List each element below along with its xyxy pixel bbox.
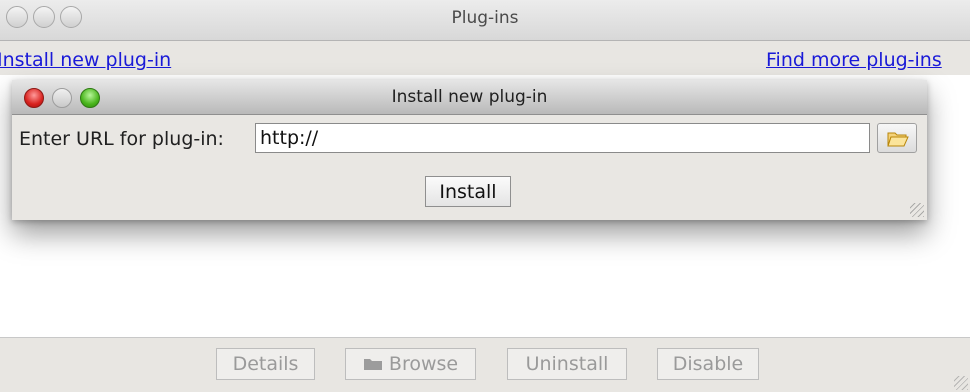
folder-icon	[363, 350, 383, 380]
details-label: Details	[232, 353, 299, 375]
install-new-plugin-link[interactable]: Install new plug-in	[0, 49, 171, 71]
disable-button[interactable]: Disable	[657, 348, 759, 380]
dialog-resize-grip[interactable]	[910, 203, 924, 217]
url-label: Enter URL for plug-in:	[19, 128, 224, 150]
dialog-titlebar: Install new plug-in	[12, 80, 927, 115]
install-plugin-dialog: Install new plug-in Enter URL for plug-i…	[12, 80, 927, 220]
plugins-window-titlebar: Plug-ins	[0, 0, 970, 41]
window-title: Plug-ins	[451, 8, 519, 28]
disable-label: Disable	[672, 353, 744, 375]
details-button[interactable]: Details	[216, 348, 315, 380]
browse-label: Browse	[388, 353, 459, 375]
uninstall-button[interactable]: Uninstall	[507, 348, 627, 380]
bottom-toolbar: Details Browse Uninstall Disable	[0, 337, 970, 392]
window-resize-grip[interactable]	[954, 376, 968, 390]
browse-file-button[interactable]	[877, 123, 917, 153]
uninstall-label: Uninstall	[525, 353, 609, 375]
install-button[interactable]: Install	[425, 176, 511, 207]
plugin-url-input[interactable]	[255, 123, 870, 153]
find-more-plugins-link[interactable]: Find more plug-ins	[766, 49, 942, 71]
dialog-title: Install new plug-in	[391, 87, 548, 107]
link-bar: Install new plug-in Find more plug-ins	[0, 41, 970, 75]
browse-button[interactable]: Browse	[345, 348, 476, 380]
